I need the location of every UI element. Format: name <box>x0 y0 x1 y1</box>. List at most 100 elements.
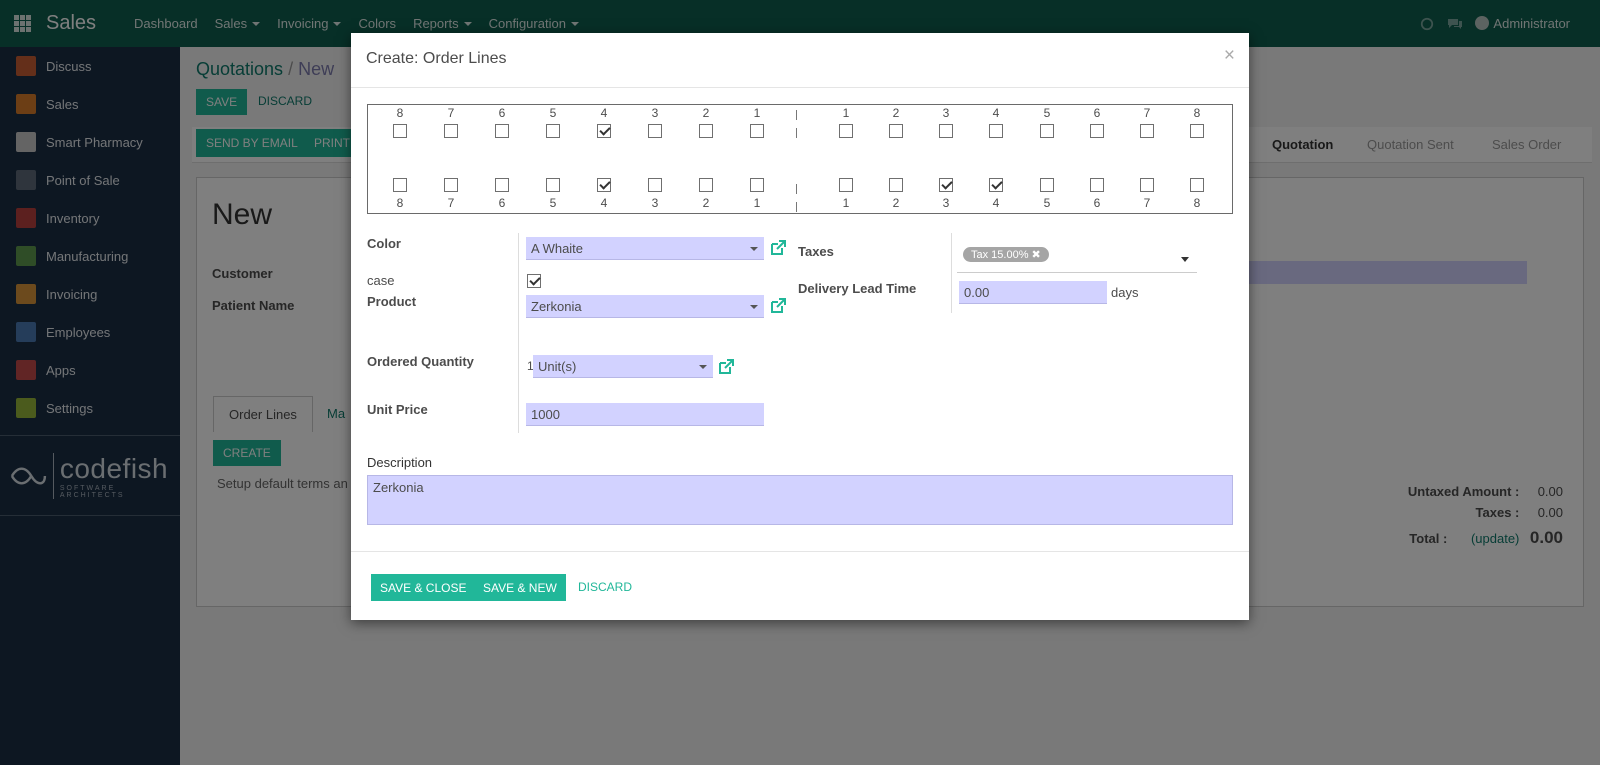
color-label: Color <box>367 236 401 251</box>
tooth-number: 1 <box>842 106 850 120</box>
tooth-checkbox[interactable] <box>839 124 853 138</box>
tooth-number: 6 <box>498 196 506 210</box>
tooth-number: 1 <box>842 196 850 210</box>
color-field[interactable]: A Whaite <box>526 237 764 260</box>
unit-price-field[interactable]: 1000 <box>526 403 764 426</box>
tooth-checkbox[interactable] <box>444 124 458 138</box>
product-field[interactable]: Zerkonia <box>526 295 764 318</box>
discard-link[interactable]: DISCARD <box>578 580 632 594</box>
tooth-checkbox[interactable] <box>699 178 713 192</box>
tooth-number: 5 <box>1043 106 1051 120</box>
delivery-lead-time-label: Delivery Lead Time <box>798 281 917 296</box>
tooth-checkbox[interactable] <box>648 124 662 138</box>
tooth-checkbox[interactable] <box>1090 124 1104 138</box>
tooth-number: 2 <box>892 106 900 120</box>
taxes-field[interactable]: Tax 15.00% ✖ <box>957 243 1197 273</box>
tooth-number: 2 <box>892 196 900 210</box>
tooth-checkbox[interactable] <box>839 178 853 192</box>
external-link-icon[interactable] <box>717 358 735 376</box>
tooth-checkbox[interactable] <box>750 178 764 192</box>
tooth-number: 3 <box>942 106 950 120</box>
tooth-number: 7 <box>447 106 455 120</box>
quadrant-divider <box>796 184 797 194</box>
tooth-number: 4 <box>992 106 1000 120</box>
tooth-checkbox[interactable] <box>1040 124 1054 138</box>
tooth-checkbox[interactable] <box>495 124 509 138</box>
dialog-header: Create: Order Lines × <box>351 33 1249 88</box>
lead-time-field[interactable]: 0.00 <box>959 281 1107 304</box>
tooth-checkbox[interactable] <box>1190 124 1204 138</box>
teeth-chart: 8 7 6 5 4 3 2 1 1 2 3 4 5 6 7 8 8 7 6 5 4 3 2 1 1 2 3 4 5 6 7 8 <box>367 104 1233 214</box>
color-value: A Whaite <box>531 241 584 256</box>
tooth-number: 6 <box>1093 106 1101 120</box>
tooth-checkbox[interactable] <box>889 178 903 192</box>
tooth-number: 8 <box>1193 106 1201 120</box>
tooth-checkbox[interactable] <box>393 124 407 138</box>
tooth-number: 8 <box>396 196 404 210</box>
unit-price-label: Unit Price <box>367 402 428 417</box>
tooth-checkbox[interactable] <box>444 178 458 192</box>
column-divider <box>951 233 952 313</box>
tooth-number: 1 <box>753 196 761 210</box>
quadrant-divider <box>796 202 797 212</box>
tooth-checkbox[interactable] <box>989 178 1003 192</box>
uom-field[interactable]: Unit(s) <box>533 355 713 378</box>
tooth-checkbox[interactable] <box>1190 178 1204 192</box>
save-new-button[interactable]: SAVE & NEW <box>474 574 566 601</box>
tooth-number: 7 <box>447 196 455 210</box>
tooth-number: 5 <box>1043 196 1051 210</box>
tooth-checkbox[interactable] <box>989 124 1003 138</box>
taxes-label: Taxes <box>798 244 834 259</box>
tooth-number: 3 <box>651 196 659 210</box>
chevron-down-icon <box>750 305 758 309</box>
chevron-down-icon <box>699 365 707 369</box>
tooth-checkbox[interactable] <box>597 178 611 192</box>
tooth-number: 8 <box>1193 196 1201 210</box>
tooth-checkbox[interactable] <box>648 178 662 192</box>
tooth-number: 4 <box>992 196 1000 210</box>
save-close-button[interactable]: SAVE & CLOSE <box>371 574 476 601</box>
tooth-number: 7 <box>1143 106 1151 120</box>
case-checkbox[interactable] <box>527 274 541 288</box>
tax-tag[interactable]: Tax 15.00% ✖ <box>963 247 1049 262</box>
tooth-checkbox[interactable] <box>1040 178 1054 192</box>
tooth-checkbox[interactable] <box>1140 124 1154 138</box>
description-label: Description <box>367 455 433 470</box>
close-icon[interactable]: × <box>1224 45 1235 67</box>
tooth-number: 3 <box>651 106 659 120</box>
dialog-footer: SAVE & CLOSE SAVE & NEW DISCARD <box>351 551 1249 620</box>
tooth-checkbox[interactable] <box>1090 178 1104 192</box>
tooth-number: 2 <box>702 106 710 120</box>
tooth-checkbox[interactable] <box>939 124 953 138</box>
tooth-number: 6 <box>498 106 506 120</box>
product-label: Product <box>367 294 417 309</box>
tooth-checkbox[interactable] <box>546 178 560 192</box>
description-field[interactable]: Zerkonia <box>367 475 1233 525</box>
tooth-number: 3 <box>942 196 950 210</box>
tooth-number: 4 <box>600 196 608 210</box>
ordered-quantity-label: Ordered Quantity <box>367 354 474 369</box>
tooth-number: 5 <box>549 106 557 120</box>
quadrant-divider <box>796 128 797 138</box>
chevron-down-icon <box>750 247 758 251</box>
product-value: Zerkonia <box>531 299 582 314</box>
quadrant-divider <box>796 110 797 120</box>
tooth-checkbox[interactable] <box>889 124 903 138</box>
external-link-icon[interactable] <box>769 239 787 257</box>
tooth-checkbox[interactable] <box>393 178 407 192</box>
tooth-number: 2 <box>702 196 710 210</box>
tooth-checkbox[interactable] <box>597 124 611 138</box>
column-divider <box>518 233 519 433</box>
tooth-checkbox[interactable] <box>939 178 953 192</box>
tooth-number: 5 <box>549 196 557 210</box>
tooth-checkbox[interactable] <box>546 124 560 138</box>
chevron-down-icon <box>1181 257 1189 262</box>
lead-time-unit: days <box>1111 285 1139 300</box>
remove-tag-icon[interactable]: ✖ <box>1032 249 1041 261</box>
tooth-checkbox[interactable] <box>495 178 509 192</box>
tooth-checkbox[interactable] <box>1140 178 1154 192</box>
external-link-icon[interactable] <box>769 297 787 315</box>
tooth-number: 1 <box>753 106 761 120</box>
tooth-checkbox[interactable] <box>750 124 764 138</box>
tooth-checkbox[interactable] <box>699 124 713 138</box>
